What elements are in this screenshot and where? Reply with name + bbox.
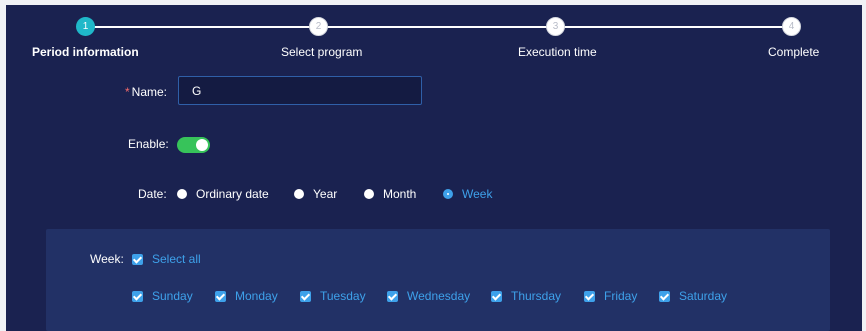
checkbox-sunday[interactable]: Sunday — [132, 289, 193, 303]
radio-label: Month — [383, 187, 417, 201]
checkbox-icon — [659, 290, 670, 302]
checkbox-label: Sunday — [152, 289, 193, 303]
step-4-dot: 4 — [782, 17, 801, 36]
date-label: Date: — [138, 187, 167, 201]
checkbox-label: Select all — [152, 252, 201, 266]
select-all-checkbox[interactable]: Select all — [132, 252, 201, 266]
checkbox-icon — [491, 290, 502, 302]
radio-ordinary-date[interactable]: Ordinary date — [177, 187, 269, 201]
checkbox-label: Thursday — [511, 289, 562, 303]
checkbox-label: Saturday — [679, 289, 728, 303]
name-label: * Name: — [125, 85, 167, 99]
checkbox-label: Wednesday — [407, 289, 471, 303]
checkbox-icon — [300, 290, 311, 302]
step-4-label: Complete — [768, 45, 820, 59]
enable-toggle[interactable] — [177, 137, 210, 153]
step-2-label: Select program — [281, 45, 363, 59]
step-1-dot: 1 — [76, 17, 95, 36]
checkbox-label: Tuesday — [320, 289, 366, 303]
radio-label: Week — [462, 187, 493, 201]
checkbox-saturday[interactable]: Saturday — [659, 289, 727, 303]
checkbox-icon — [132, 290, 143, 302]
radio-circle — [177, 189, 187, 199]
checkbox-icon — [387, 290, 398, 302]
step-2-dot: 2 — [309, 17, 328, 36]
checkbox-icon — [215, 290, 226, 302]
radio-circle — [364, 189, 374, 199]
step-connector — [90, 26, 313, 28]
checkbox-label: Monday — [235, 289, 278, 303]
checkbox-icon — [584, 290, 595, 302]
week-selection-box: Week: Select all Sunday Monday Tuesday W… — [46, 229, 830, 331]
radio-circle — [294, 189, 304, 199]
checkbox-monday[interactable]: Monday — [215, 289, 278, 303]
week-label: Week: — [90, 252, 124, 266]
radio-week[interactable]: Week — [443, 187, 492, 201]
checkbox-wednesday[interactable]: Wednesday — [387, 289, 470, 303]
step-3-dot: 3 — [546, 17, 565, 36]
name-label-text: Name: — [131, 85, 168, 99]
required-mark: * — [125, 85, 130, 99]
checkbox-label: Friday — [604, 289, 638, 303]
radio-label: Year — [313, 187, 338, 201]
radio-year[interactable]: Year — [294, 187, 337, 201]
step-3-label: Execution time — [518, 45, 597, 59]
checkbox-thursday[interactable]: Thursday — [491, 289, 561, 303]
step-connector — [327, 26, 550, 28]
name-input[interactable] — [178, 76, 422, 105]
radio-circle — [443, 189, 453, 199]
wizard-panel: 1 2 3 4 Period information Select progra… — [6, 5, 862, 331]
toggle-knob — [196, 139, 208, 151]
checkbox-icon — [132, 253, 143, 265]
step-connector — [564, 26, 784, 28]
checkbox-tuesday[interactable]: Tuesday — [300, 289, 366, 303]
checkbox-friday[interactable]: Friday — [584, 289, 637, 303]
radio-month[interactable]: Month — [364, 187, 416, 201]
radio-label: Ordinary date — [196, 187, 269, 201]
step-1-label: Period information — [32, 45, 139, 59]
enable-label: Enable: — [128, 137, 169, 151]
